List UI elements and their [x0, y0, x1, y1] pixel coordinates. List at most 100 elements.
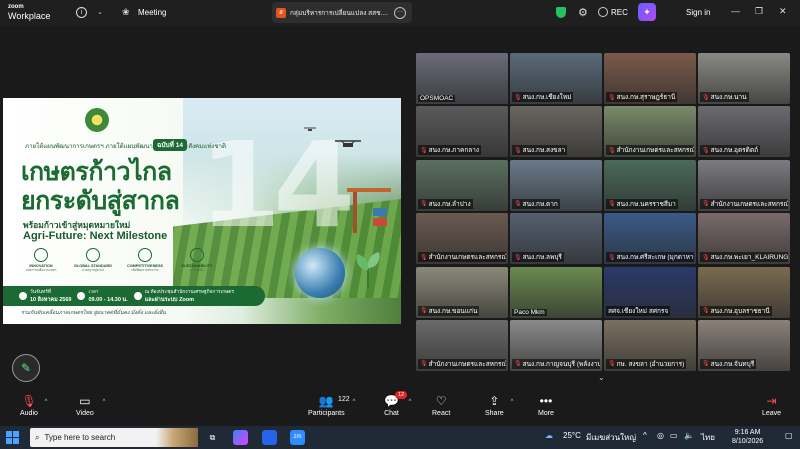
poster-venue: ณ ห้องประชุมสำนักงานเศรษฐกิจการเกษตร และผ…	[133, 288, 234, 304]
participant-name: สศจ.เชียงใหม่ สศกรจ	[606, 305, 671, 316]
notification-icon[interactable]: ▢	[785, 431, 793, 440]
audio-button[interactable]: 🎙 Audio	[20, 393, 38, 417]
clock-icon	[77, 292, 86, 300]
participant-tile[interactable]: 🎙 สนง.กษ.นาน	[698, 53, 790, 104]
leave-button[interactable]: ⇥ Leave	[762, 393, 781, 417]
taskbar-search[interactable]: ⌕ Type here to search	[30, 428, 198, 447]
mic-muted-icon: 🎙	[702, 94, 710, 101]
minimize-icon[interactable]: —	[731, 6, 740, 16]
participant-name-label: สนง.กษ.สุราษฎร์ธานี	[616, 94, 676, 101]
windows-start-icon[interactable]	[6, 431, 19, 444]
paw-icon: ❀	[122, 7, 130, 17]
heart-icon: ♡	[435, 394, 447, 408]
participant-tile[interactable]: 🎙 สนง.กษ.จันทบุรี	[698, 319, 790, 371]
weather-desc[interactable]: มีเมฆส่วนใหญ่	[586, 431, 636, 444]
brand-line2: Workplace	[8, 11, 51, 21]
store-icon[interactable]	[262, 430, 277, 445]
brand-line1: zoom	[8, 4, 24, 10]
participant-tile[interactable]: 🎙 สนง.กษ.ตาก	[510, 159, 602, 211]
participant-name-label: สนง.กษ.อุบลราชธานี	[710, 307, 770, 315]
participant-tile[interactable]: 🎙 สนง.กษ.พะเยา_KLAIRUNG	[698, 213, 790, 265]
participant-name: 🎙 สนง.กษ.สุราษฎร์ธานี	[606, 92, 678, 102]
task-view-icon[interactable]: ⧉	[205, 430, 220, 445]
network-icon[interactable]: ▭	[670, 431, 678, 440]
time-label: เวลา	[88, 290, 99, 295]
participant-tile[interactable]: 🎙 สนง.กษ.ศรีสะเกษ (มุกดาหาร)	[604, 213, 696, 265]
participant-tile[interactable]: 🎙 สนง.กษ.เชียงใหม่	[510, 53, 602, 104]
participant-tile[interactable]: 🎙 สนง.กษ.ลพบุรี	[510, 213, 602, 265]
participant-tile[interactable]: 🎙 สำนักงานเกษตรและสหกรณ์	[416, 319, 508, 371]
react-button[interactable]: ♡ React	[432, 393, 450, 417]
weather-icon[interactable]: ☁	[545, 431, 553, 440]
video-button[interactable]: ▭ Video	[76, 393, 94, 417]
participant-tile[interactable]: 🎙 สำนักงานเกษตรและสหกรณ์	[416, 213, 508, 265]
participant-tile[interactable]: 🎙 สนง.กษ.นครราชสีมา	[604, 159, 696, 211]
lightbulb-icon	[34, 248, 48, 262]
participant-name: 🎙 สนง.กษ.ภาคกลาง	[418, 145, 482, 156]
participant-tile[interactable]: Paco Mkm	[510, 266, 602, 318]
leave-icon: ⇥	[766, 394, 777, 408]
participant-tile[interactable]: 🎙 สนง.กษ.ภาคกลาง	[416, 106, 508, 158]
info-icon[interactable]: i	[76, 7, 87, 18]
pillar-global-standard: GLOBAL STANDARD มาตรฐานสู่สากล	[71, 248, 115, 273]
chat-label: Chat	[384, 410, 399, 417]
copilot-icon[interactable]	[233, 430, 248, 445]
more-button[interactable]: ••• More	[538, 393, 554, 417]
poster-title-line2: ยกระดับสู่สากล	[21, 187, 180, 215]
participants-button[interactable]: 👥 122 Participants	[308, 393, 350, 417]
weather-temp[interactable]: 25°C	[563, 431, 581, 440]
participant-tile[interactable]: 🎙 สนง.กษ.ขอนแก่น	[416, 266, 508, 318]
caret-up-icon: ^	[102, 399, 106, 405]
mic-muted-icon: 🎙	[608, 254, 616, 261]
volume-icon[interactable]: 🔈	[684, 431, 694, 440]
zoom-taskbar-icon[interactable]: zm	[290, 430, 305, 445]
participant-tile[interactable]: สศจ.เชียงใหม่ สศกรจ	[604, 266, 696, 318]
language-indicator[interactable]: ไทย	[701, 431, 715, 444]
mic-muted-icon: 🎙	[702, 361, 710, 368]
more-dots-icon: •••	[539, 394, 553, 408]
participant-name: OPSMOAC	[418, 95, 456, 102]
participant-name: 🎙 สนง.กษ.สงขลา	[512, 145, 568, 156]
poster-time: เวลา 09.00 - 14.30 น.	[77, 288, 128, 304]
mic-muted-icon: 🎙	[702, 308, 710, 315]
participant-tile[interactable]: 🎙 สนง.กษ.สงขลา	[510, 106, 602, 158]
gear-icon[interactable]: ⚙	[578, 6, 588, 19]
participant-tile[interactable]: 🎙 สำนักงานเกษตรและสหกรณ์	[604, 106, 696, 158]
participant-tile[interactable]: 🎙 สนง.กษ.อุตรดิตถ์	[698, 106, 790, 158]
tray-app-icon[interactable]: ◎	[657, 431, 664, 440]
participant-tile[interactable]: 🎙 สนง.กษ.ลำปาง	[416, 159, 508, 211]
share-button[interactable]: ⇪ Share	[485, 393, 504, 417]
restore-icon[interactable]: ❐	[755, 6, 763, 17]
participant-name: 🎙 สนง.กษ.ขอนแก่น	[418, 305, 480, 316]
participant-tile[interactable]: 🎙 สนง.กษ.อุบลราชธานี	[698, 266, 790, 318]
participants-icon: 👥	[318, 394, 334, 408]
ai-companion-icon[interactable]: ✦	[638, 3, 656, 21]
shield-icon[interactable]	[556, 7, 566, 18]
taskbar-clock[interactable]: 9:16 AM 8/10/2026	[732, 428, 763, 446]
participant-tile[interactable]: 🎙 สนง.กษ.สุราษฎร์ธานี	[604, 53, 696, 104]
chevron-down-icon[interactable]: ⌄	[97, 8, 103, 16]
title-bar: zoom Workplace i ⌄ ❀ Meeting ส กลุ่มบริห…	[0, 0, 800, 26]
search-icon: ⌕	[35, 432, 40, 442]
annotate-pencil-button[interactable]: ✎	[12, 354, 40, 382]
globe-small-icon	[86, 248, 100, 262]
more-icon[interactable]: ···	[394, 6, 406, 19]
mic-muted-icon: 🎙	[608, 201, 616, 208]
pillar-desc: ความยั่งยืน	[189, 268, 205, 272]
participant-tile[interactable]: 🎙 กษ. สงขลา (อำนวยการ)	[604, 319, 696, 371]
participant-tile[interactable]: OPSMOAC	[416, 53, 508, 104]
participant-tile[interactable]: 🎙 สนง.กษ.กาญจนบุรี (พลังงาน)	[510, 319, 602, 371]
participant-tile[interactable]: 🎙 สำนักงานเกษตรและสหกรณ์	[698, 159, 790, 211]
tray-chevron-icon[interactable]: ^	[643, 431, 647, 440]
participant-name-label: สนง.กษ.นาน	[710, 94, 747, 101]
clock-time: 9:16 AM	[734, 429, 761, 436]
gallery-expand-chevron-icon[interactable]: ⌄	[598, 373, 605, 382]
mic-muted-icon: 🎙	[514, 147, 522, 154]
record-button[interactable]: REC	[598, 7, 628, 17]
chat-button[interactable]: 💬 12 Chat	[384, 391, 408, 417]
app-tab[interactable]: ส กลุ่มบริหารการเปลี่ยนแปลง สสช.... ···	[272, 2, 412, 23]
sign-in-link[interactable]: Sign in	[686, 8, 710, 17]
close-icon[interactable]: ✕	[779, 6, 787, 17]
mic-muted-icon: 🎙	[608, 94, 616, 101]
meeting-tab[interactable]: ❀ Meeting	[122, 7, 166, 18]
